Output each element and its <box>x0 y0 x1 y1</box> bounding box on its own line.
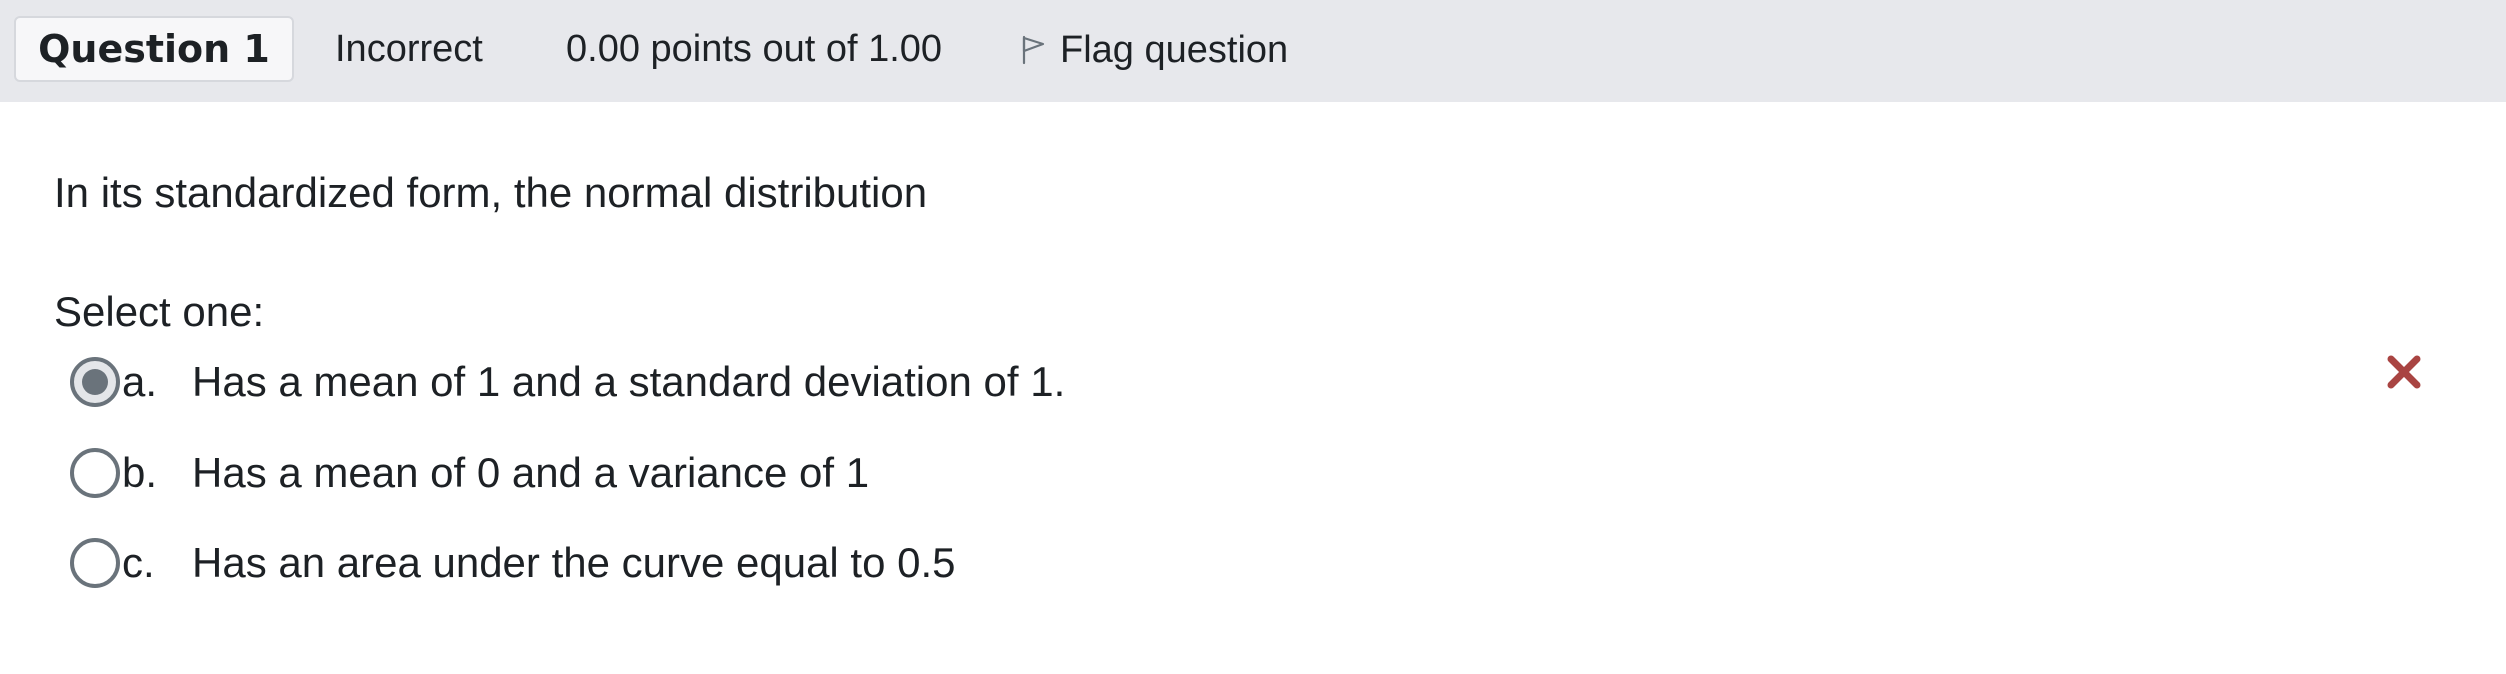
answer-text-b: Has a mean of 0 and a variance of 1 <box>192 449 870 496</box>
answer-option-c[interactable]: c. Has an area under the curve equal to … <box>70 533 956 593</box>
answer-option-a[interactable]: a. Has a mean of 1 and a standard deviat… <box>70 352 1065 412</box>
answer-letter-b: b. <box>122 449 158 496</box>
question-number: Question 1 <box>14 16 294 82</box>
answer-text-c: Has an area under the curve equal to 0.5 <box>192 539 956 586</box>
flag-question-button[interactable]: Flag question <box>1020 22 1288 78</box>
question-grade: 0.00 points out of 1.00 <box>566 28 943 70</box>
flag-question-label: Flag question <box>1060 28 1289 71</box>
question-header: Question 1 Incorrect 0.00 points out of … <box>0 0 2506 102</box>
x-mark-icon <box>2384 352 2424 392</box>
question-text: In its standardized form, the normal dis… <box>54 169 928 216</box>
radio-button-c[interactable] <box>70 538 120 588</box>
quiz-question: Question 1 Incorrect 0.00 points out of … <box>0 0 2506 674</box>
radio-button-a[interactable] <box>70 357 120 407</box>
flag-icon <box>1020 35 1060 65</box>
radio-selected-dot <box>82 369 108 395</box>
select-one-prompt: Select one: <box>54 288 265 335</box>
answer-option-b[interactable]: b. Has a mean of 0 and a variance of 1 <box>70 443 869 503</box>
radio-button-b[interactable] <box>70 448 120 498</box>
answer-text-a: Has a mean of 1 and a standard deviation… <box>192 358 1066 405</box>
answer-letter-a: a. <box>122 358 158 405</box>
question-status: Incorrect <box>335 28 483 70</box>
answer-letter-c: c. <box>122 539 155 586</box>
